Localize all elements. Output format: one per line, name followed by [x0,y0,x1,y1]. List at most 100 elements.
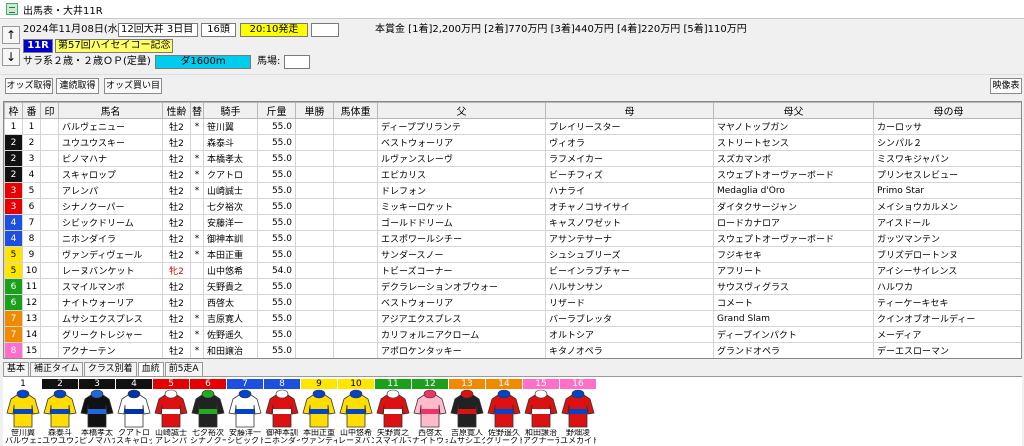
race-conditions: サラ系２歳・２歳ＯＰ(定量) [23,56,151,67]
column-header[interactable]: 番 [22,102,41,119]
table-row[interactable]: 6 11 スマイルマンボ 牡2 矢野貴之 55.0 デクラレーションオブウォー ハルサンサンサ… [4,278,1021,295]
column-header[interactable]: 馬名 [58,102,163,119]
silk-card[interactable]: 12 西啓太ナイトウォー [412,379,448,445]
column-header[interactable]: 斤量 [257,102,296,119]
silk-card[interactable]: 9 本田正重ヴァンディヴ [301,379,337,445]
jockey-silk-icon [117,389,151,428]
column-header[interactable]: 性齢 [162,102,191,119]
horse-name-cell[interactable]: スマイルマンボ [58,278,163,295]
horse-name-cell[interactable]: グリークトレジャー [58,326,163,343]
horse-name-cell[interactable]: ムサシエクスプレス [58,310,163,327]
dam-cell: オルトシア [545,326,714,343]
dam-cell: ヴィオラ [545,134,714,151]
silk-card[interactable]: 2 森泰斗ユウユウスキ [42,379,78,445]
table-row[interactable]: 1 1 バルヴェニュー 牡2 * 笹川翼 55.0 ディーププリランテ プレイリースター マヤノト… [4,118,1021,135]
silk-horse-name: シビックドリ [227,437,263,445]
silk-card[interactable]: 6 七夕裕次シナノクーパ [190,379,226,445]
next-race-button[interactable]: ↓ [2,48,20,66]
horse-name-cell[interactable]: ニホンダイラ [58,230,163,247]
silk-jockey-name: 山崎誠士 [155,429,187,437]
horse-name-cell[interactable]: シビックドリーム [58,214,163,231]
column-header[interactable]: 母の母 [873,102,1021,119]
horse-name-cell[interactable]: ピノマハナ [58,150,163,167]
table-row[interactable]: 6 12 ナイトウォーリア 牡2 西啓太 55.0 ベストウォーリア リザード コメート ティーケ… [4,294,1021,311]
frame-cell: 1 [4,118,23,135]
silk-card[interactable]: 15 和田譲治アクナーテン [523,379,559,445]
frame-cell: 6 [4,278,23,295]
number-cell: 8 [22,230,41,247]
silk-jockey-name: 森泰斗 [48,429,72,437]
horse-name-cell[interactable]: シナノクーパー [58,198,163,215]
mark-cell [40,342,59,358]
dam-dam-cell: ミスワキジャパン [873,150,1021,167]
jockey-cell: 和田譲治 [203,342,258,358]
silk-card[interactable]: 10 山中悠希レーヌバンケ [338,379,374,445]
silk-card[interactable]: 13 吉原寛人ムサシエクス [449,379,485,445]
silk-card[interactable]: 4 クアトロスキャロップ [116,379,152,445]
prev-race-button[interactable]: ↑ [2,26,20,44]
table-row[interactable]: 2 4 スキャロップ 牡2 * クアトロ 55.0 エピカリス ビーチフィズ スウェプトオーヴァー… [4,166,1021,183]
dam-dam-cell: アイシーサイレンス [873,262,1021,279]
odds-cell [295,230,334,247]
table-row[interactable]: 816 ユメカイドウ牡2*野畑凌55.0 ベルシャザールヒメカイドウカルストンライト… [5,359,1023,360]
column-header[interactable]: 印 [40,102,59,119]
column-header[interactable]: 母 [545,102,714,119]
silk-card[interactable]: 5 山崎誠士 アレンパ [153,379,189,445]
column-header[interactable]: 枠 [4,102,23,119]
horse-name-cell[interactable]: アレンパ [58,182,163,199]
silk-horse-name: バルヴェニュ [5,437,41,445]
column-header[interactable]: 馬体重 [333,102,378,119]
table-row[interactable]: 7 13 ムサシエクスプレス 牡2 * 吉原寛人 55.0 アジアエクスプレス バーラブレッタ G… [4,310,1021,327]
tab-3[interactable]: 血統 [137,362,164,376]
silk-card[interactable]: 7 安藤洋一シビックドリ [227,379,263,445]
silk-card[interactable]: 1 笹川翼バルヴェニュ [5,379,41,445]
odds-buy-button[interactable]: オッズ買い目 [104,78,162,94]
serial-fetch-button[interactable]: 連続取得 [56,78,99,94]
silk-card[interactable]: 3 本橋孝太 ピノマハナ [79,379,115,445]
race-date: 2024年11月08日(水) [23,24,122,35]
table-row[interactable]: 3 5 アレンパ 牡2 * 山崎誠士 55.0 ドレフォン ハナライ Medaglia d'Oro… [4,182,1021,199]
odds-fetch-button[interactable]: オッズ取得 [5,78,53,94]
table-row[interactable]: 5 10 レーヌバンケット 牝2 山中悠希 54.0 トビーズコーナー ビーインラブチャー アフ… [4,262,1021,279]
frame-cell: 3 [4,182,23,199]
column-header[interactable]: 替 [190,102,204,119]
table-row[interactable]: 4 7 シビックドリーム 牡2 安藤洋一 55.0 ゴールドドリーム キャスノワゼット ロードカ… [4,214,1021,231]
silk-card[interactable]: 14 佐野遥久グリークトレ [486,379,522,445]
jockey-change-cell [190,294,204,311]
tab-4[interactable]: 前5走A [164,362,203,376]
body-weight-cell [333,278,378,295]
column-header[interactable]: 父 [377,102,546,119]
table-row[interactable]: 2 3 ピノマハナ 牡2 * 本橋孝太 55.0 ルヴァンスレーヴ ラフメイカー スズカマンボ ミス… [4,150,1021,167]
silk-card[interactable]: 8 御神本訓ニホンダイラ [264,379,300,445]
tab-1[interactable]: 補正タイム [30,362,83,376]
horse-name-cell[interactable]: バルヴェニュー [58,118,163,135]
column-header[interactable]: 単勝 [295,102,334,119]
app-icon [6,3,18,15]
table-row[interactable]: 3 6 シナノクーパー 牡2 七夕裕次 55.0 ミッキーロケット オチャノコサイサイ ダイタク… [4,198,1021,215]
horse-name-cell[interactable]: ユメカイドウ [59,359,163,360]
column-header[interactable]: 母父 [713,102,874,119]
tab-0[interactable]: 基本 [3,362,30,376]
toolbar: オッズ取得 連続取得 オッズ買い目 映像表 [0,74,1024,96]
horse-name-cell[interactable]: アクナーテン [58,342,163,358]
table-row[interactable]: 8 15 アクナーテン 牡2 * 和田譲治 55.0 アポロケンタッキー キタノオペラ グランドオ… [4,342,1021,358]
table-row[interactable]: 4 8 ニホンダイラ 牡2 * 御神本訓 55.0 エスポワールシチー アサンテサーナ スウェプト… [4,230,1021,247]
silk-card[interactable]: 16 野畑凌ユメカイドウ [560,379,596,445]
silk-card[interactable]: 11 矢野貴之スマイルマン [375,379,411,445]
tab-2[interactable]: クラス別着 [83,362,137,376]
silk-horse-name: スキャロップ [116,437,152,445]
video-button[interactable]: 映像表 [990,78,1022,94]
sire-cell: サンダースノー [377,246,546,263]
table-row[interactable]: 7 14 グリークトレジャー 牡2 * 佐野遥久 55.0 カリフォルニアクローム オルトシアデ… [4,326,1021,343]
odds-cell [295,278,334,295]
column-header[interactable]: 騎手 [203,102,258,119]
table-row[interactable]: 2 2 ユウユウスキー 牡2 森泰斗 55.0 ベストウォーリア ヴィオラ ストリートセンス シン… [4,134,1021,151]
horse-name-cell[interactable]: スキャロップ [58,166,163,183]
jockey-change-cell [190,134,204,151]
table-row[interactable]: 5 9 ヴァンディヴェール 牡2 * 本田正重 55.0 サンダースノー シュシュブリーズ フジキ… [4,246,1021,263]
horse-name-cell[interactable]: ユウユウスキー [58,134,163,151]
horse-name-cell[interactable]: レーヌバンケット [58,262,163,279]
body-weight-cell [333,326,378,343]
horse-name-cell[interactable]: ナイトウォーリア [58,294,163,311]
horse-name-cell[interactable]: ヴァンディヴェール [58,246,163,263]
